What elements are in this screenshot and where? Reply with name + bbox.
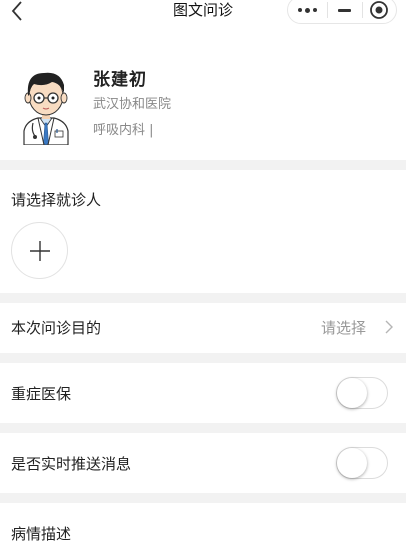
doctor-name: 张建初 [93, 70, 147, 90]
section-divider [0, 423, 406, 433]
minimize-button[interactable] [328, 0, 361, 23]
doctor-department: 呼吸内科 | [93, 123, 154, 138]
section-divider [0, 293, 406, 303]
add-patient-button[interactable] [11, 222, 68, 279]
doctor-hospital: 武汉协和医院 [93, 97, 172, 112]
section-divider [0, 160, 406, 170]
description-label: 病情描述 [11, 525, 72, 543]
minimize-icon [338, 8, 352, 12]
close-button[interactable] [363, 0, 396, 23]
purpose-value: 请选择 [321, 319, 367, 337]
push-row: 是否实时推送消息 [0, 433, 406, 493]
description-row: 病情描述 [0, 503, 406, 545]
target-close-icon [370, 1, 389, 19]
more-dots-icon [298, 8, 303, 12]
doctor-avatar [23, 72, 69, 145]
consultation-page: 图文问诊 张建初 武汉协和医院 呼吸内科 | 请选择就诊人 本次问诊目的 请选择… [0, 0, 406, 545]
push-toggle[interactable] [336, 447, 388, 479]
push-label: 是否实时推送消息 [11, 455, 132, 473]
nav-bar: 图文问诊 [0, 0, 406, 40]
toggle-knob [337, 378, 367, 408]
toggle-knob [337, 448, 367, 478]
section-divider [0, 353, 406, 363]
more-button[interactable] [288, 0, 327, 23]
insurance-row: 重症医保 [0, 363, 406, 423]
chevron-right-icon [385, 320, 393, 334]
insurance-toggle[interactable] [336, 377, 388, 409]
insurance-label: 重症医保 [11, 385, 72, 403]
patient-section-title: 请选择就诊人 [11, 191, 102, 209]
section-divider [0, 493, 406, 503]
purpose-label: 本次问诊目的 [11, 319, 102, 337]
patient-section: 请选择就诊人 [0, 170, 406, 293]
doctor-card[interactable]: 张建初 武汉协和医院 呼吸内科 | [0, 40, 406, 160]
purpose-row[interactable]: 本次问诊目的 请选择 [0, 303, 406, 353]
plus-icon [29, 240, 50, 261]
mini-program-capsule [287, 0, 397, 24]
